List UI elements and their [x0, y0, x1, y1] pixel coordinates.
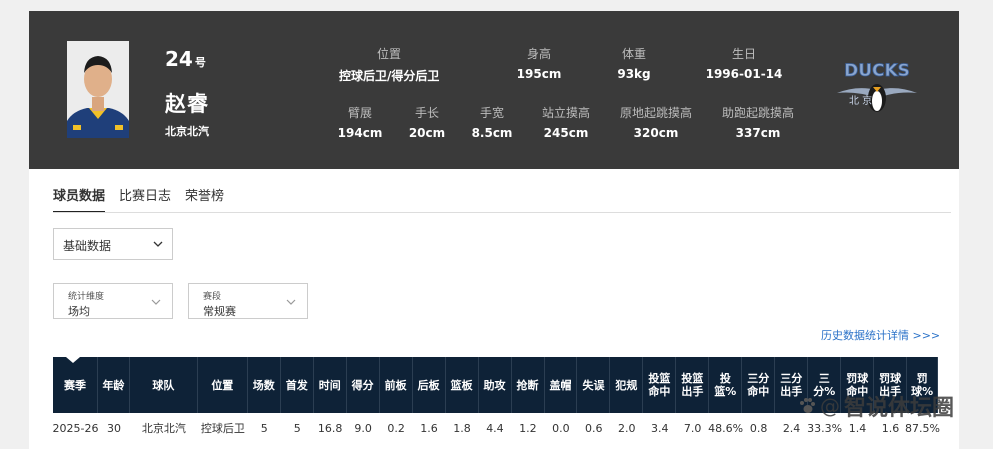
column-header-starts: 首发	[281, 357, 314, 413]
cell-blocks: 0.0	[552, 421, 570, 435]
cell-position: 控球后卫	[200, 422, 245, 435]
cell-fg-pct: 48.6%	[708, 421, 744, 435]
column-header-rebounds: 篮板	[446, 357, 479, 413]
player-header: 24 号 赵睿 北京北汽 位置 控球后卫/得分后卫 身高 195cm 体重 93k…	[29, 11, 959, 169]
cell-rebounds: 1.8	[453, 421, 471, 435]
cell-points: 9.0	[354, 421, 372, 435]
stage-select[interactable]: 赛段 常规赛	[188, 283, 308, 319]
tab-player-stats[interactable]: 球员数据	[53, 185, 106, 213]
history-stats-link[interactable]: 历史数据统计详情 >>>	[821, 327, 940, 343]
player-card: 24 号 赵睿 北京北汽 位置 控球后卫/得分后卫 身高 195cm 体重 93k…	[29, 11, 959, 449]
team-logo: DUCKS 北 京	[829, 57, 925, 119]
dimension-select[interactable]: 统计维度 场均	[53, 283, 173, 319]
info-hand-width: 手宽 8.5cm	[471, 106, 513, 140]
cell-off-reb: 0.2	[387, 421, 405, 435]
info-birthday: 生日 1996-01-14	[705, 47, 783, 81]
tab-bar: 球员数据 比赛日志 荣誉榜	[53, 185, 224, 213]
column-header-fg-pct: 投篮%	[709, 357, 743, 413]
column-header-blocks: 盖帽	[545, 357, 578, 413]
column-header-season: 赛季	[53, 357, 98, 413]
logo-sub: 北 京	[849, 94, 872, 107]
column-header-position: 位置	[198, 357, 248, 413]
column-header-3p-made: 三分命中	[742, 357, 776, 413]
player-team: 北京北汽	[165, 125, 209, 138]
cell-age: 30	[106, 421, 121, 435]
column-header-off-reb: 前板	[380, 357, 413, 413]
tab-honors[interactable]: 荣誉榜	[185, 185, 224, 213]
chevron-down-icon	[151, 299, 161, 305]
cell-fg-att: 7.0	[683, 421, 702, 435]
cell-games: 5	[260, 421, 268, 435]
cell-assists: 4.4	[486, 421, 504, 435]
column-header-age: 年龄	[98, 357, 130, 413]
logo-wordmark: DUCKS	[844, 61, 910, 81]
jersey-number: 24 号	[165, 47, 206, 71]
cell-steals: 1.2	[519, 421, 537, 435]
column-header-turnovers: 失误	[577, 357, 611, 413]
player-photo	[67, 41, 129, 138]
chevron-down-icon	[153, 241, 163, 247]
cell-team: 北京北汽	[141, 422, 186, 435]
column-header-def-reb: 后板	[413, 357, 446, 413]
cell-turnovers: 0.6	[585, 421, 603, 435]
column-header-team: 球队	[130, 357, 198, 413]
chevron-down-icon	[286, 299, 296, 305]
header-notch	[66, 357, 80, 363]
watermark: @ 智说体坛圈	[798, 390, 954, 422]
stat-type-select[interactable]: 基础数据	[53, 228, 173, 260]
paw-icon	[800, 398, 815, 413]
info-hand-length: 手长 20cm	[408, 106, 446, 140]
cell-3p-made: 0.8	[749, 421, 768, 435]
cell-fg-made: 3.4	[650, 421, 669, 435]
column-header-fg-made: 投篮命中	[643, 357, 677, 413]
tab-divider	[53, 212, 951, 213]
info-weight: 体重 93kg	[617, 47, 651, 81]
info-running-vertical: 助跑起跳摸高 337cm	[721, 106, 794, 140]
cell-season: 2025-26	[52, 421, 99, 435]
cell-fouls: 2.0	[618, 421, 636, 435]
player-name: 赵睿	[165, 92, 209, 116]
column-header-steals: 抢断	[512, 357, 545, 413]
column-header-fg-att: 投篮出手	[676, 357, 710, 413]
info-height: 身高 195cm	[516, 47, 562, 81]
cell-minutes: 16.8	[317, 421, 343, 435]
column-header-points: 得分	[347, 357, 380, 413]
column-header-minutes: 时间	[314, 357, 347, 413]
column-header-games: 场数	[248, 357, 281, 413]
info-position: 位置 控球后卫/得分后卫	[339, 47, 440, 83]
info-wingspan: 臂展 194cm	[337, 106, 383, 140]
cell-starts: 5	[293, 421, 301, 435]
info-standing-vertical: 原地起跳摸高 320cm	[619, 106, 692, 140]
info-standing-reach: 站立摸高 245cm	[541, 106, 590, 140]
cell-def-reb: 1.6	[420, 421, 438, 435]
tab-game-log[interactable]: 比赛日志	[119, 185, 171, 213]
column-header-fouls: 犯规	[610, 357, 644, 413]
column-header-assists: 助攻	[479, 357, 512, 413]
